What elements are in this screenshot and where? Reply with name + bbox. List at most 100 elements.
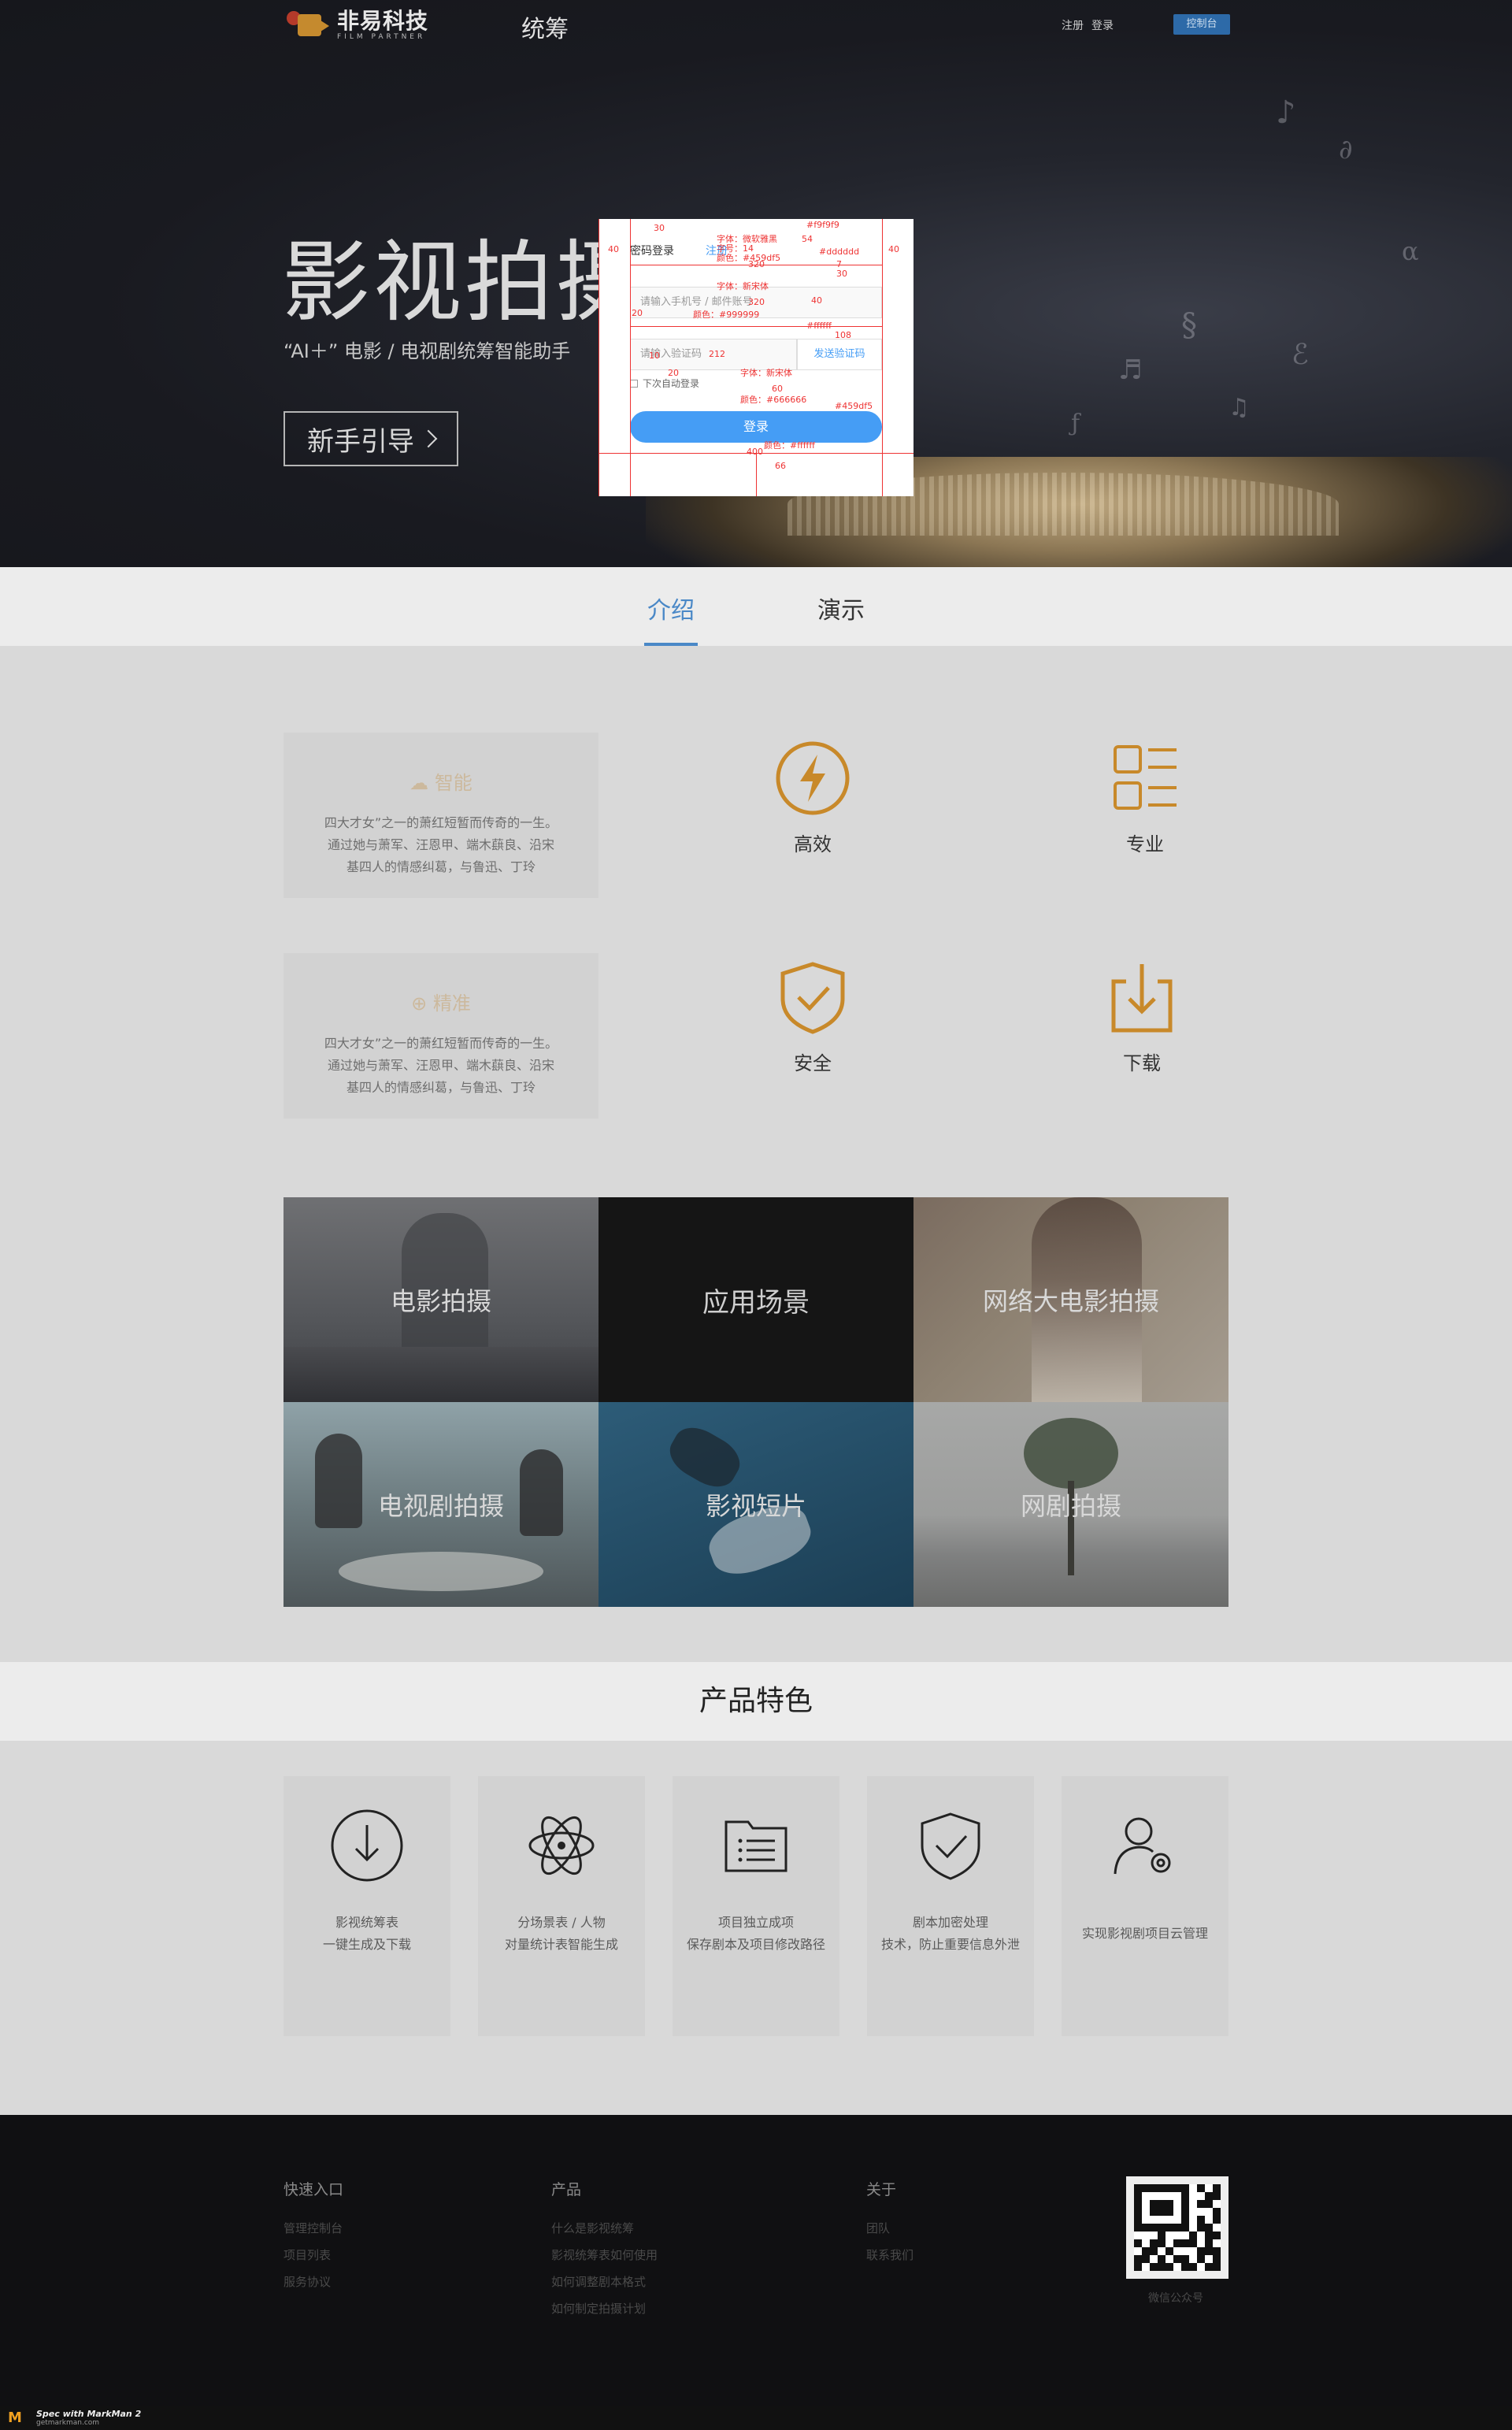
scene-label: 电影拍摄 — [390, 1286, 491, 1316]
guide-button[interactable]: 新手引导 — [284, 411, 458, 466]
spec-text: 颜色：#ffffff — [764, 440, 815, 451]
spec-guide — [756, 452, 757, 496]
scene-label: 影视短片 — [705, 1491, 806, 1521]
lightning-icon — [776, 741, 850, 815]
floating-glyph: α — [1402, 236, 1419, 266]
spec-guide — [598, 219, 599, 496]
pf-card: 影视统筹表 一键生成及下载 — [284, 1776, 450, 2036]
pf-card: 实现影视剧项目云管理 — [1062, 1776, 1228, 2036]
section-title: 产品特色 — [699, 1685, 813, 1717]
footer-col-about: 关于 团队 联系我们 — [866, 2178, 914, 2269]
spec-guide — [630, 326, 882, 327]
spec-guide — [630, 219, 631, 496]
feature-secure: 安全 — [765, 958, 860, 1075]
feature-efficient: 高效 — [765, 739, 860, 856]
auth-links: 注册 登录 — [1062, 17, 1114, 33]
pf-card: 项目独立成项 保存剧本及项目修改路径 — [673, 1776, 839, 2036]
logo-name: 非易科技 — [337, 8, 429, 34]
floating-glyph: ∂ — [1339, 134, 1353, 165]
spec-number: 212 — [709, 349, 725, 359]
spec-number: 54 — [802, 234, 813, 244]
spec-number: 20 — [632, 308, 643, 318]
tab-password-login[interactable]: 密码登录 — [630, 243, 674, 258]
footer-link[interactable]: 联系我们 — [866, 2242, 914, 2269]
tab-intro[interactable]: 介绍 — [647, 591, 695, 625]
feature-card-title: ☁ 智能 — [410, 772, 472, 794]
shield-check-icon — [921, 1812, 980, 1880]
register-link[interactable]: 注册 — [1062, 17, 1084, 33]
spec-number: 66 — [775, 461, 786, 471]
product-features-section: 影视统筹表 一键生成及下载 分场景表 / 人物 对量统计表智能生成 项目独立成项 保存… — [0, 1741, 1512, 2115]
logo[interactable]: 非易科技 FILM PARTNER — [284, 6, 428, 44]
spec-number: 20 — [668, 368, 679, 378]
scene-film[interactable]: 电影拍摄 — [284, 1197, 598, 1402]
checkbox-icon[interactable] — [630, 379, 638, 388]
content-tabs: 介绍 演示 — [0, 567, 1512, 646]
footer-link[interactable]: 如何制定拍摄计划 — [551, 2295, 658, 2322]
remember-label: 下次自动登录 — [643, 378, 700, 389]
login-submit-button[interactable]: 登录 — [630, 411, 882, 443]
markman-bar: M Spec with MarkMan 2 getmarkman.com — [0, 2406, 1512, 2430]
scene-label: 网剧拍摄 — [1020, 1491, 1121, 1521]
floating-glyph: ♪ — [1276, 95, 1296, 131]
spec-number: 40 — [608, 244, 619, 254]
spec-number: 40 — [811, 295, 822, 306]
floating-glyph: § — [1181, 307, 1197, 343]
spec-number: 320 — [748, 297, 765, 307]
send-code-button[interactable]: 发送验证码 — [797, 339, 882, 370]
spec-number: 40 — [888, 244, 899, 254]
chevron-right-icon — [419, 429, 438, 448]
spec-color: #dddddd — [819, 247, 860, 257]
markman-logo-icon: M — [8, 2410, 22, 2426]
remember-login[interactable]: 下次自动登录 — [630, 377, 699, 390]
footer-link[interactable]: 服务协议 — [284, 2269, 343, 2295]
download-icon — [1111, 964, 1173, 1033]
guide-button-label: 新手引导 — [307, 425, 414, 458]
download-circle-icon — [331, 1809, 403, 1882]
spec-number: 400 — [747, 447, 763, 457]
spec-number: 10 — [649, 351, 660, 361]
scene-label: 电视剧拍摄 — [377, 1491, 504, 1521]
feature-card-title: ⊕ 精准 — [411, 992, 471, 1015]
footer-link[interactable]: 管理控制台 — [284, 2215, 343, 2242]
scene-apply: 应用场景 — [598, 1197, 914, 1402]
spec-number: 108 — [835, 330, 851, 340]
pf-desc: 分场景表 / 人物 对量统计表智能生成 — [504, 1915, 618, 1952]
footer-link[interactable]: 项目列表 — [284, 2242, 343, 2269]
markman-url: getmarkman.com — [36, 2419, 100, 2427]
feature-label: 专业 — [1126, 833, 1164, 855]
scene-web-film[interactable]: 网络大电影拍摄 — [914, 1197, 1228, 1402]
qr-code-image — [1126, 2176, 1228, 2279]
feature-card-desc: 四大才女”之一的萧红短暂而传奇的一生。 通过她与萧军、汪恩甲、端木蕻良、沿宋 基… — [324, 815, 558, 874]
shield-check-icon — [780, 962, 845, 1034]
login-link[interactable]: 登录 — [1091, 17, 1114, 33]
user-settings-icon — [1114, 1817, 1171, 1875]
feature-label: 安全 — [794, 1052, 832, 1074]
feature-card-desc: 四大才女”之一的萧红短暂而传奇的一生。 通过她与萧军、汪恩甲、端木蕻良、沿宋 基… — [324, 1036, 558, 1095]
footer-link[interactable]: 影视统筹表如何使用 — [551, 2242, 658, 2269]
scene-web-series[interactable]: 网剧拍摄 — [914, 1402, 1228, 1607]
scene-short-film[interactable]: 影视短片 — [598, 1402, 914, 1607]
pf-card: 剧本加密处理 技术，防止重要信息外泄 — [867, 1776, 1034, 2036]
scene-tv-series[interactable]: 电视剧拍摄 — [284, 1402, 598, 1607]
folder-list-icon — [724, 1820, 788, 1872]
footer-heading: 产品 — [551, 2181, 582, 2198]
feature-card-precise: ⊕ 精准 四大才女”之一的萧红短暂而传奇的一生。 通过她与萧军、汪恩甲、端木蕻良… — [284, 953, 598, 1119]
features-section: ☁ 智能 四大才女”之一的萧红短暂而传奇的一生。 通过她与萧军、汪恩甲、端木蕻良… — [0, 646, 1512, 1197]
floating-glyph: ♫ — [1228, 394, 1250, 421]
footer-link[interactable]: 什么是影视统筹 — [551, 2215, 658, 2242]
footer-link[interactable]: 如何调整剧本格式 — [551, 2269, 658, 2295]
footer-link[interactable]: 团队 — [866, 2215, 914, 2242]
feature-professional: 专业 — [1098, 739, 1192, 856]
floating-glyph: ℰ — [1292, 339, 1309, 371]
pf-card: 分场景表 / 人物 对量统计表智能生成 — [478, 1776, 645, 2036]
markman-brand: Spec with MarkMan 2 — [36, 2409, 142, 2419]
logo-tagline: FILM PARTNER — [337, 33, 426, 41]
spec-number: 320 — [748, 259, 765, 269]
spec-text: 颜色：#666666 — [740, 395, 807, 405]
login-spec-card: 密码登录 注册 请输入手机号 / 邮件账号 请输入验证码 发送验证码 下次自动登… — [598, 219, 914, 496]
footer-col-product: 产品 什么是影视统筹 影视统筹表如何使用 如何调整剧本格式 如何制定拍摄计划 — [551, 2178, 658, 2322]
tab-demo[interactable]: 演示 — [817, 591, 865, 625]
console-button[interactable]: 控制台 — [1173, 14, 1230, 35]
nav-title[interactable]: 统筹 — [521, 9, 569, 44]
